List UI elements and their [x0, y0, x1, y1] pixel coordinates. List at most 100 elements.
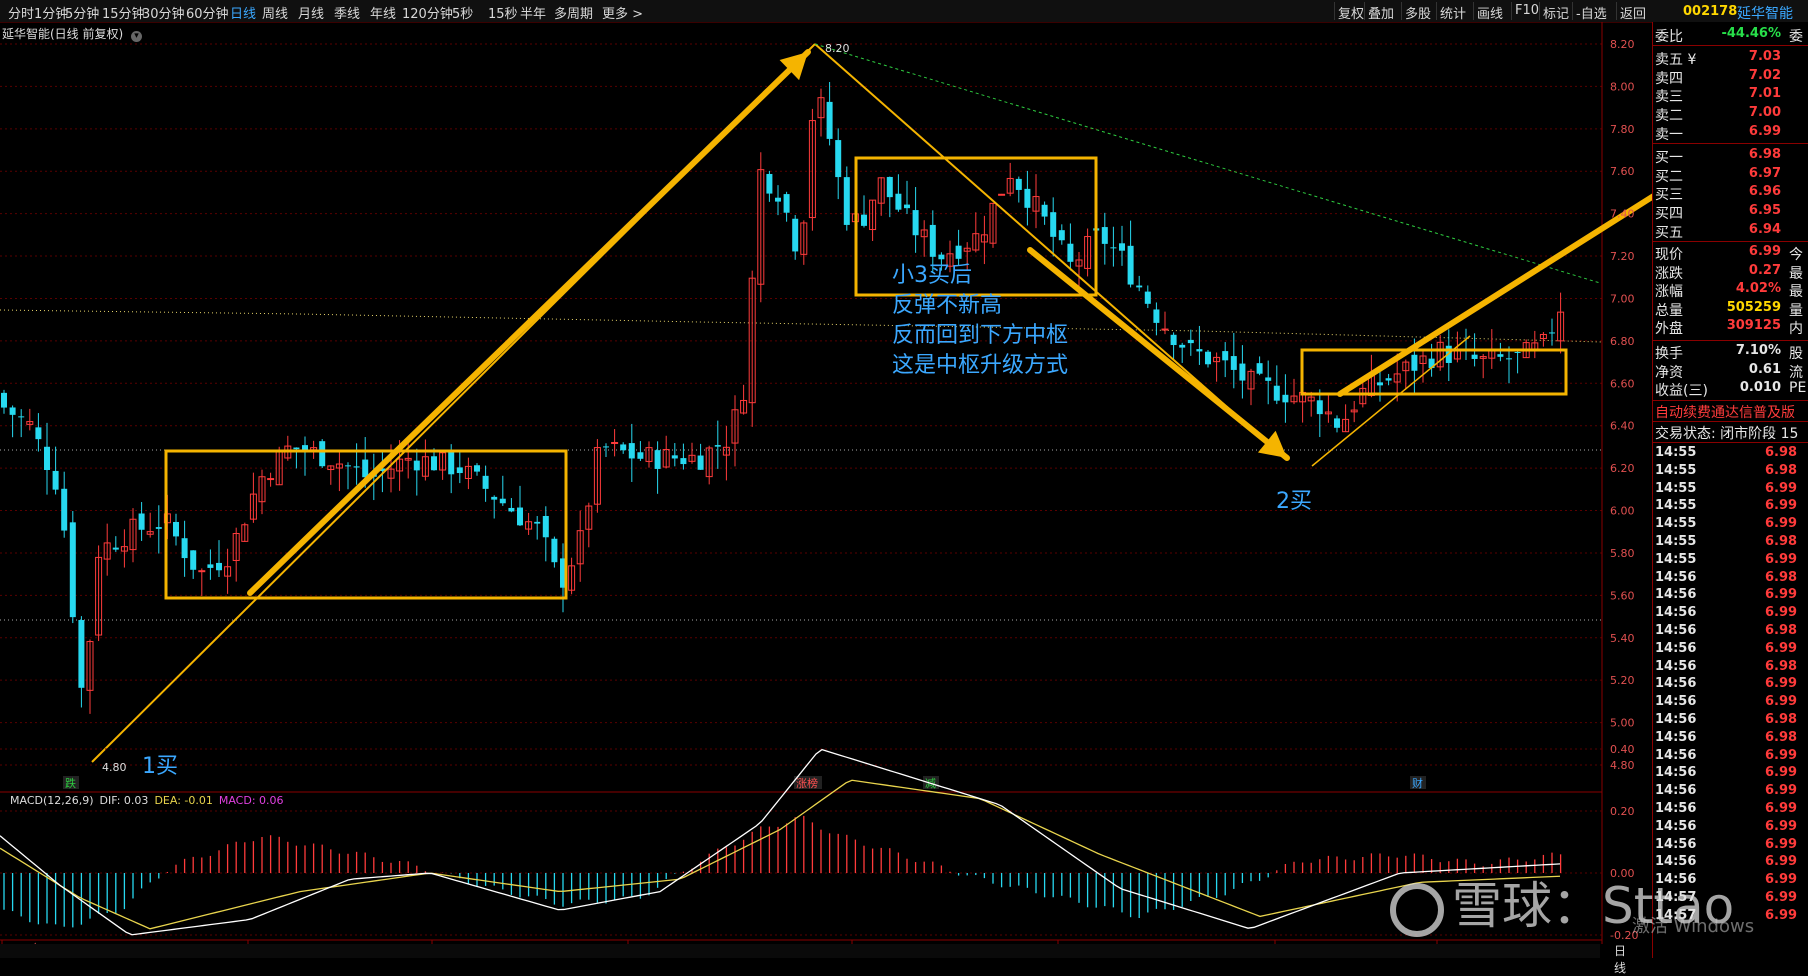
tick-time: 14:56: [1655, 587, 1697, 603]
pivot-upgrade-note: 这是中枢升级方式: [892, 353, 1068, 378]
candle-body-down: [904, 204, 910, 209]
candle-body-down: [783, 194, 790, 213]
ask-price: 7.01: [1748, 86, 1781, 102]
candle-body-down: [293, 447, 300, 450]
candle-body-down: [482, 475, 489, 489]
tick-time: 14:55: [1655, 551, 1697, 567]
quote-label: 总量: [1655, 302, 1683, 319]
price-axis-label: 5.60: [1610, 589, 1635, 602]
high-price-label: 8.20: [825, 42, 850, 55]
candle-body-down: [1205, 351, 1211, 365]
candle-body-down: [1050, 212, 1057, 237]
panel-divider: [1653, 241, 1808, 242]
tick-row: 14:56 6.98: [1653, 623, 1808, 641]
price-axis-label: 4.80: [1610, 759, 1635, 772]
trend-line[interactable]: [1311, 335, 1471, 467]
candle-body-down: [78, 620, 85, 688]
news-ticker[interactable]: 自动续费通达信普及版: [1655, 402, 1808, 422]
tick-time: 14:56: [1655, 640, 1697, 656]
candle-body-down: [1015, 178, 1022, 190]
tick-row: 14:56 6.99: [1653, 676, 1808, 694]
tick-price: 6.99: [1765, 890, 1798, 905]
tick-price: 6.99: [1765, 551, 1798, 567]
tick-row: 14:56 6.99: [1653, 748, 1808, 766]
tick-time: 14:56: [1655, 818, 1697, 834]
candle-body-down: [654, 450, 661, 469]
bid-row: 买五 6.94: [1653, 222, 1808, 241]
tick-row: 14:55 6.99: [1653, 481, 1808, 499]
tick-time: 14:55: [1655, 480, 1697, 496]
candle-body-down: [1041, 204, 1048, 217]
tick-time: 14:56: [1655, 765, 1697, 781]
candle-body-down: [1273, 385, 1280, 401]
candle-body-down: [1265, 377, 1272, 381]
candle-body-down: [499, 498, 506, 504]
tick-price: 6.99: [1765, 783, 1798, 799]
kline-chart[interactable]: 8.20 4.80 1买 2买 小3买后反弹不新高反而回到下方中枢这是中枢升级方式跌 涨榜…: [0, 0, 1652, 944]
tick-time: 14:55: [1655, 462, 1697, 478]
quote-extra: 内: [1789, 321, 1803, 337]
price-axis-label: 5.40: [1610, 632, 1635, 645]
fundamental-extra: 流: [1789, 364, 1803, 381]
candle-body-down: [1179, 344, 1186, 348]
candle-body-down: [1153, 309, 1160, 323]
candle-body-down: [362, 459, 369, 478]
bid-price: 6.98: [1748, 147, 1781, 162]
candle-body-down: [69, 522, 76, 618]
price-axis-label: 6.60: [1610, 377, 1635, 390]
candle-body-down: [190, 550, 197, 570]
tick-price: 6.99: [1765, 872, 1798, 888]
macd-legend-dif: DIF: 0.03: [100, 794, 149, 807]
candle-body-down: [714, 445, 721, 447]
candle-body-down: [456, 467, 463, 474]
ma-reference-line: [0, 309, 1603, 343]
candle-body-down: [1170, 334, 1177, 346]
candle-body-down: [792, 218, 799, 252]
candle-body-down: [448, 450, 455, 475]
ask-price: 7.00: [1748, 105, 1781, 121]
order-ratio-extra: 委: [1789, 29, 1803, 45]
tick-price: 6.99: [1765, 836, 1798, 852]
event-tag[interactable]: 财: [1412, 776, 1423, 790]
panel-divider: [1653, 442, 1808, 443]
panel-divider: [1653, 421, 1808, 422]
quote-label: 涨幅: [1655, 284, 1683, 300]
event-tag[interactable]: 涨榜: [796, 776, 818, 790]
price-axis-label: 6.40: [1610, 420, 1635, 433]
tick-price: 6.99: [1765, 605, 1798, 621]
candle-body-down: [1239, 363, 1246, 381]
panel-divider: [1653, 143, 1808, 144]
tick-row: 14:55 6.99: [1653, 498, 1808, 516]
ask-label: 卖五 ¥: [1655, 52, 1697, 68]
trend-arrow[interactable]: [1337, 125, 1652, 397]
bottom-period-label[interactable]: 日线: [1614, 942, 1626, 976]
candle-body-down: [181, 538, 188, 559]
trend-arrow[interactable]: [1027, 247, 1290, 461]
price-axis-label: 6.20: [1610, 462, 1635, 475]
macd-legend-name: MACD(12,26,9): [10, 794, 94, 807]
tick-row: 14:56 6.99: [1653, 587, 1808, 605]
quote-extra: 最: [1789, 284, 1803, 300]
quote-label: 现价: [1655, 247, 1683, 263]
candle-body-down: [155, 527, 162, 529]
candle-body-down: [431, 456, 437, 471]
candle-body-down: [835, 140, 842, 178]
candle-body-down: [1024, 188, 1031, 208]
candle-body-down: [491, 496, 498, 500]
candle-body-down: [319, 441, 326, 467]
quote-row: 涨幅 4.02% 最: [1653, 281, 1808, 300]
candle-body-down: [1471, 354, 1478, 359]
candle-body-down: [1144, 291, 1151, 304]
candle-body-down: [826, 101, 833, 139]
event-tag[interactable]: 跌: [65, 776, 76, 790]
price-axis-label: 5.20: [1610, 674, 1635, 687]
ask-label: 卖四: [1655, 70, 1683, 87]
candle-body-down: [1385, 378, 1392, 381]
tick-price: 6.99: [1765, 587, 1798, 603]
price-axis-label: 5.00: [1610, 717, 1635, 730]
fundamental-value: 0.010: [1739, 380, 1781, 395]
candle-body-down: [1282, 394, 1289, 403]
candle-body-up: [1161, 328, 1169, 331]
order-ratio-label: 委比: [1655, 29, 1683, 45]
fundamental-extra: PE: [1789, 380, 1807, 396]
